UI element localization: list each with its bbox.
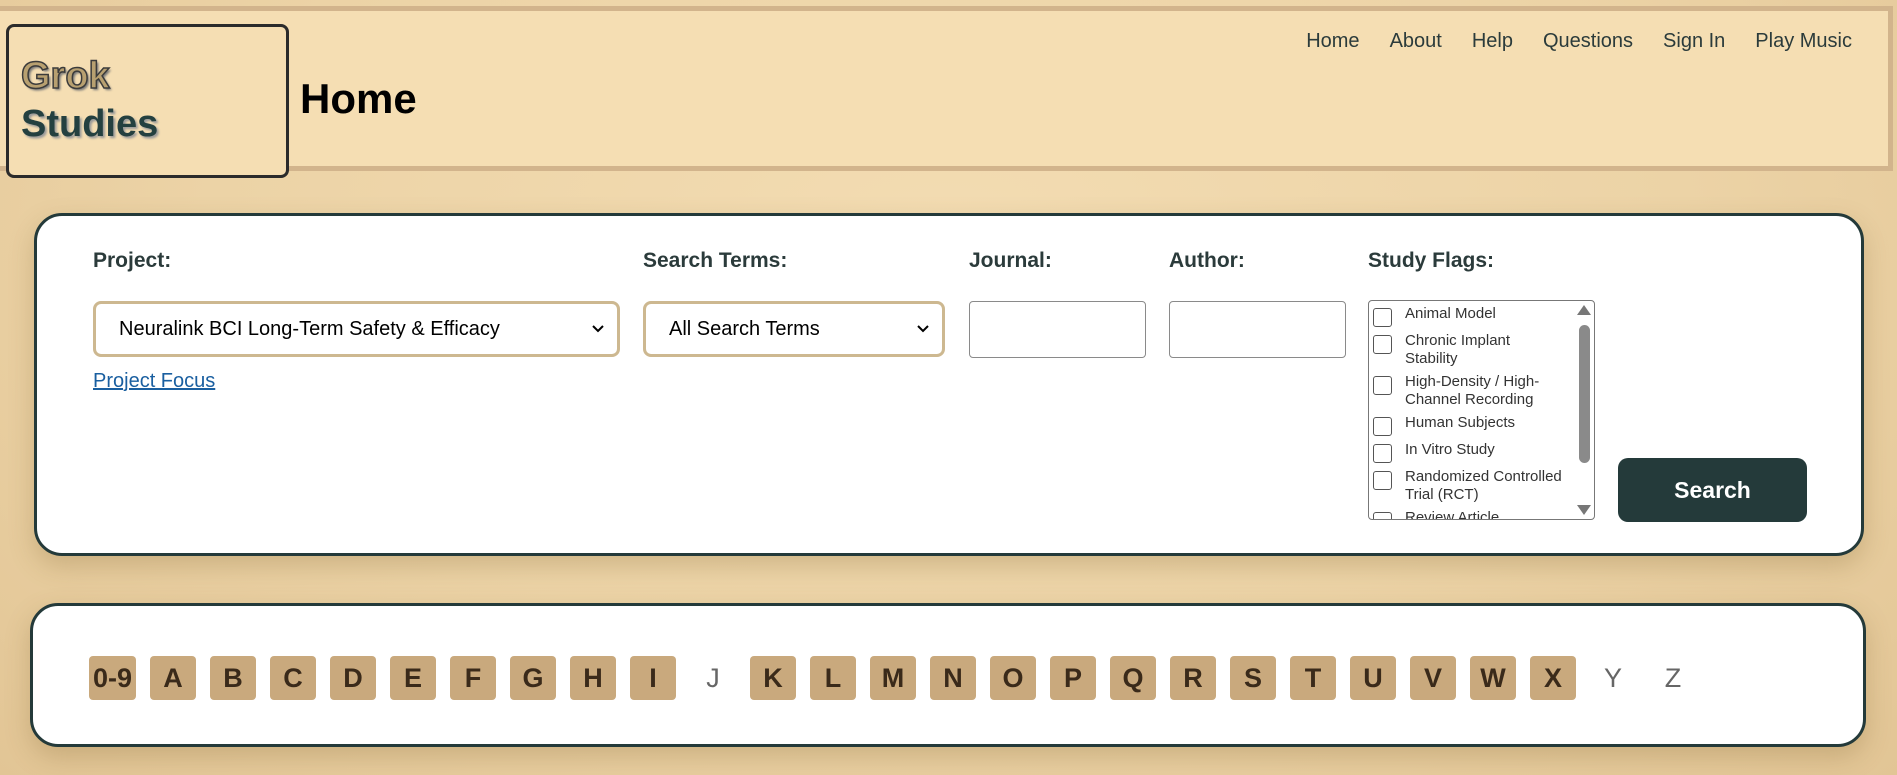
checkbox[interactable] (1373, 444, 1392, 463)
flag-high-density-recording[interactable]: High-Density / High-Channel Recording (1373, 373, 1565, 409)
letter-w[interactable]: W (1470, 656, 1517, 700)
letter-s[interactable]: S (1230, 656, 1277, 700)
letter-v[interactable]: V (1410, 656, 1457, 700)
checkbox[interactable] (1373, 512, 1392, 519)
alphabet-panel: 0-9 A B C D E F G H I J K L M N O P Q R S T U V W X Y Z (30, 603, 1866, 747)
study-flags-list[interactable]: Animal Model Chronic Implant Stability H… (1368, 300, 1595, 520)
nav-sign-in[interactable]: Sign In (1663, 30, 1725, 53)
search-terms-select-value: All Search Terms (669, 317, 820, 340)
letter-p[interactable]: P (1050, 656, 1097, 700)
scroll-thumb[interactable] (1579, 325, 1590, 463)
search-panel: Project: Search Terms: Journal: Author: … (34, 213, 1864, 556)
checkbox[interactable] (1373, 376, 1392, 395)
logo-word-grok: Grok (20, 55, 110, 97)
flag-animal-model[interactable]: Animal Model (1373, 305, 1565, 327)
letter-y: Y (1604, 662, 1623, 693)
checkbox[interactable] (1373, 335, 1392, 354)
top-nav: Home About Help Questions Sign In Play M… (1306, 30, 1852, 53)
flag-review-article[interactable]: Review Article (1373, 509, 1565, 519)
letter-m[interactable]: M (870, 656, 917, 700)
logo-word-studies: Studies (21, 103, 159, 145)
letter-i[interactable]: I (630, 656, 677, 700)
nav-home[interactable]: Home (1306, 30, 1359, 53)
letter-h[interactable]: H (570, 656, 617, 700)
letter-o[interactable]: O (990, 656, 1037, 700)
checkbox[interactable] (1373, 308, 1392, 327)
nav-play-music[interactable]: Play Music (1755, 30, 1852, 53)
letter-q[interactable]: Q (1110, 656, 1157, 700)
author-input[interactable] (1169, 301, 1346, 358)
letter-c[interactable]: C (270, 656, 317, 700)
page-title: Home (300, 75, 417, 122)
search-terms-select[interactable]: All Search Terms (643, 301, 945, 357)
letter-e[interactable]: E (390, 656, 437, 700)
letter-a[interactable]: A (150, 656, 197, 700)
project-focus-link[interactable]: Project Focus (93, 370, 215, 393)
checkbox[interactable] (1373, 471, 1392, 490)
search-button[interactable]: Search (1618, 458, 1807, 522)
flag-rct[interactable]: Randomized Controlled Trial (RCT) (1373, 468, 1565, 504)
letter-d[interactable]: D (330, 656, 377, 700)
author-label: Author: (1169, 249, 1245, 272)
journal-input[interactable] (969, 301, 1146, 358)
letter-k[interactable]: K (750, 656, 797, 700)
nav-help[interactable]: Help (1472, 30, 1513, 53)
letter-x[interactable]: X (1530, 656, 1577, 700)
checkbox[interactable] (1373, 417, 1392, 436)
letter-l[interactable]: L (810, 656, 857, 700)
study-flags-label: Study Flags: (1368, 249, 1495, 272)
letter-r[interactable]: R (1170, 656, 1217, 700)
chevron-down-icon (591, 319, 605, 344)
project-select[interactable]: Neuralink BCI Long-Term Safety & Efficac… (93, 301, 620, 357)
site-logo[interactable]: Grok Studies (6, 24, 289, 178)
scroll-down-arrow-icon[interactable] (1577, 505, 1591, 515)
search-terms-label: Search Terms: (643, 249, 788, 272)
flag-chronic-implant-stability[interactable]: Chronic Implant Stability (1373, 332, 1565, 368)
letter-z: Z (1664, 662, 1682, 693)
letter-j: J (706, 662, 720, 693)
letter-0-9[interactable]: 0-9 (89, 656, 137, 700)
journal-label: Journal: (969, 249, 1052, 272)
letter-u[interactable]: U (1350, 656, 1397, 700)
letter-b[interactable]: B (210, 656, 257, 700)
letter-n[interactable]: N (930, 656, 977, 700)
flag-in-vitro-study[interactable]: In Vitro Study (1373, 441, 1565, 463)
letter-f[interactable]: F (450, 656, 497, 700)
chevron-down-icon (916, 319, 930, 344)
site-header: Grok Studies Home Home About Help Questi… (0, 6, 1893, 178)
letter-g[interactable]: G (510, 656, 557, 700)
project-label: Project: (93, 249, 172, 272)
project-select-value: Neuralink BCI Long-Term Safety & Efficac… (119, 317, 500, 340)
flag-human-subjects[interactable]: Human Subjects (1373, 414, 1565, 436)
flags-scrollbar[interactable] (1577, 303, 1591, 517)
letter-t[interactable]: T (1290, 656, 1337, 700)
alphabet-index: 0-9 A B C D E F G H I J K L M N O P Q R S T U V W X Y Z (89, 656, 1696, 700)
scroll-up-arrow-icon[interactable] (1577, 305, 1591, 315)
nav-about[interactable]: About (1390, 30, 1442, 53)
nav-questions[interactable]: Questions (1543, 30, 1633, 53)
